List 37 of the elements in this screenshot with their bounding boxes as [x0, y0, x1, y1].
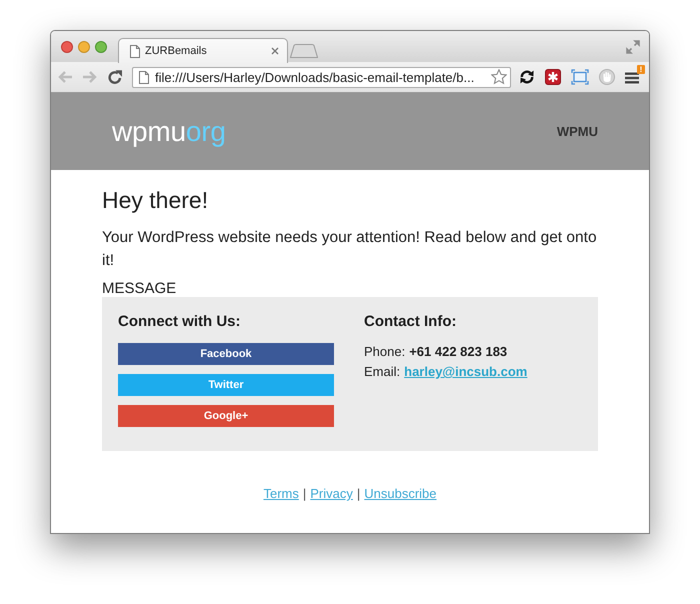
phone-number: +61 422 823 183: [409, 344, 508, 359]
hand-icon[interactable]: [599, 69, 615, 85]
email-link[interactable]: harley@incsub.com: [404, 364, 528, 379]
fullscreen-icon[interactable]: [626, 40, 640, 54]
reload-icon[interactable]: [107, 69, 123, 85]
link-separator: |: [356, 486, 360, 501]
browser-tab[interactable]: ZURBemails: [118, 38, 288, 63]
close-window-icon[interactable]: [61, 41, 73, 53]
contact-label: Phone:: [364, 344, 406, 359]
contact-label: Email:: [364, 364, 400, 379]
star-icon[interactable]: [491, 69, 507, 85]
menu-icon[interactable]: [625, 72, 639, 84]
social-button[interactable]: Twitter: [118, 374, 334, 396]
logo: wpmuorg: [112, 116, 226, 148]
address-bar[interactable]: file:///Users/Harley/Downloads/basic-email-template/b...: [132, 66, 511, 88]
link-separator: |: [302, 486, 306, 501]
page-icon: [139, 70, 149, 84]
connect-heading: Connect with Us:: [118, 313, 242, 331]
frame-icon[interactable]: [571, 69, 589, 85]
zoom-window-icon[interactable]: [95, 41, 107, 53]
greeting-heading: Hey there!: [102, 186, 210, 215]
new-tab-button[interactable]: [290, 44, 318, 58]
footer-link[interactable]: Terms: [263, 486, 299, 501]
section-label: MESSAGE: [102, 280, 178, 297]
social-button[interactable]: Facebook: [118, 343, 334, 365]
footer-link[interactable]: Unsubscribe: [364, 486, 437, 501]
asterisk-icon[interactable]: [545, 69, 561, 85]
page-icon: [130, 44, 140, 58]
contact-heading: Contact Info:: [364, 313, 458, 331]
minimize-window-icon[interactable]: [78, 41, 90, 53]
circular-arrows-icon[interactable]: [519, 69, 535, 85]
social-button[interactable]: Google+: [118, 405, 334, 427]
nav-link[interactable]: WPMU: [556, 124, 598, 139]
footer-link[interactable]: Privacy: [310, 486, 353, 501]
intro-text: Your WordPress website needs your attention! Read below and get onto it!: [102, 228, 598, 271]
close-tab-icon[interactable]: [271, 47, 279, 55]
notification-badge: !: [637, 65, 645, 74]
